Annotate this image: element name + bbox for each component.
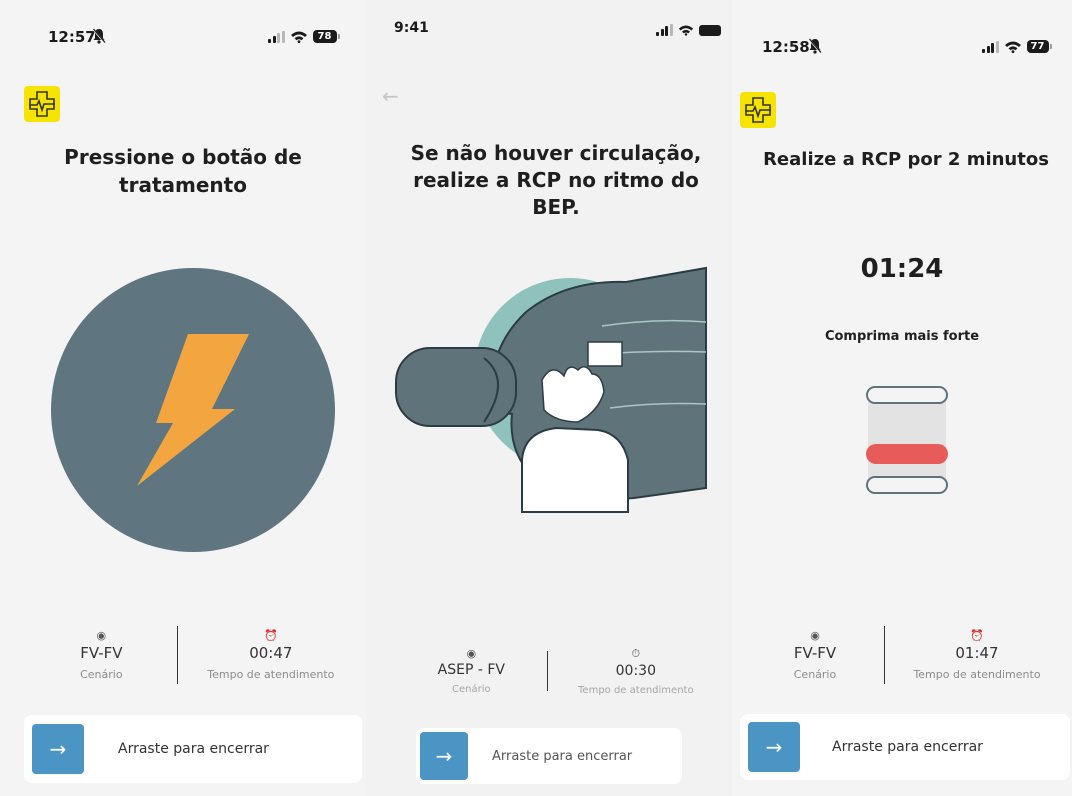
- compression-depth-gauge: [866, 380, 948, 496]
- alarm-clock-icon: ⏰: [970, 629, 984, 642]
- divider: [884, 626, 885, 684]
- arrow-right-icon: →: [435, 744, 453, 768]
- wifi-icon: [290, 31, 307, 43]
- slide-handle[interactable]: →: [748, 722, 800, 772]
- elapsed-time-value: 00:47: [249, 644, 293, 662]
- session-info: ◉ ASEP - FV Cenário ⏱ 00:30 Tempo de ate…: [410, 640, 710, 702]
- location-pin-icon: ◉: [96, 629, 107, 642]
- scenario-value: FV-FV: [80, 644, 123, 662]
- elapsed-time-label: Tempo de atendimento: [578, 684, 694, 696]
- signal-icon: [656, 24, 673, 36]
- logo-icon: [740, 92, 776, 128]
- treatment-button[interactable]: [51, 268, 335, 552]
- location-pin-icon: ◉: [810, 629, 820, 642]
- compression-feedback: Comprima mais forte: [824, 329, 980, 344]
- signal-icon: [982, 40, 999, 53]
- battery-icon: [698, 24, 721, 36]
- cpr-timer: 01:24: [860, 254, 944, 284]
- bell-off-icon: [808, 38, 822, 58]
- slide-handle[interactable]: →: [420, 732, 468, 780]
- elapsed-time-label: Tempo de atendimento: [207, 668, 335, 681]
- arrow-right-icon: →: [49, 737, 67, 761]
- scenario-label: Cenário: [793, 668, 837, 681]
- scenario-info: ◉ FV-FV Cenário: [40, 629, 163, 681]
- slider-label: Arraste para encerrar: [118, 741, 269, 757]
- wifi-icon: [1004, 41, 1021, 53]
- slider-label: Arraste para encerrar: [492, 748, 633, 764]
- gauge-lower-marker: [866, 476, 948, 494]
- elapsed-time-info: ⏱ 00:30 Tempo de atendimento: [562, 647, 710, 696]
- slider-label: Arraste para encerrar: [832, 739, 983, 755]
- slide-handle[interactable]: →: [32, 724, 84, 774]
- end-slider[interactable]: → Arraste para encerrar: [416, 728, 682, 784]
- elapsed-time-label: Tempo de atendimento: [913, 668, 1041, 681]
- stopwatch-icon: ⏱: [631, 646, 641, 660]
- screen-cpr-timer: 12:58 77 Realize a RCP por 2 minutos 01:…: [732, 0, 1072, 796]
- battery-icon: 77: [1026, 40, 1052, 53]
- page-title: Pressione o botão de tratamento: [64, 145, 302, 197]
- alarm-clock-icon: ⏰: [263, 629, 278, 642]
- end-slider[interactable]: → Arraste para encerrar: [740, 714, 1070, 780]
- elapsed-time-info: ⏰ 01:47 Tempo de atendimento: [899, 629, 1055, 681]
- arrow-right-icon: →: [765, 735, 783, 759]
- lightning-icon: [137, 334, 249, 486]
- location-pin-icon: ◉: [466, 647, 477, 660]
- status-bar: 12:57 78: [0, 26, 366, 66]
- page-title: Realize a RCP por 2 minutos: [763, 149, 1049, 170]
- scenario-info: ◉ FV-FV Cenário: [760, 629, 870, 681]
- wifi-icon: [678, 25, 693, 36]
- divider: [176, 626, 178, 684]
- session-info: ◉ FV-FV Cenário ⏰ 00:47 Tempo de atendim…: [40, 624, 350, 686]
- scenario-info: ◉ ASEP - FV Cenário: [410, 647, 533, 695]
- cpr-illustration: [395, 266, 707, 513]
- elapsed-time-value: 00:30: [615, 662, 656, 679]
- page-title: Se não houver circulação, realize a RCP …: [410, 141, 702, 219]
- signal-icon: [268, 30, 285, 43]
- bell-off-icon: [92, 28, 106, 48]
- end-slider[interactable]: → Arraste para encerrar: [24, 715, 362, 783]
- scenario-value: ASEP - FV: [437, 662, 505, 678]
- gauge-upper-marker: [866, 386, 948, 404]
- scenario-label: Cenário: [452, 684, 491, 695]
- status-time: 12:58: [762, 38, 810, 56]
- gauge-depth-indicator: [866, 444, 948, 464]
- divider: [546, 651, 548, 691]
- back-arrow-icon[interactable]: ←: [382, 84, 399, 108]
- logo-icon: [24, 86, 60, 122]
- status-bar: 9:41: [366, 18, 732, 58]
- battery-level: 78: [317, 31, 332, 42]
- status-bar: 12:58 77: [732, 36, 1072, 76]
- screen-cpr-instruction: 9:41 ← Se não houver circulação, realize…: [366, 0, 732, 796]
- battery-icon: 78: [312, 30, 340, 43]
- scenario-value: FV-FV: [793, 644, 837, 662]
- session-info: ◉ FV-FV Cenário ⏰ 01:47 Tempo de atendim…: [760, 624, 1070, 686]
- elapsed-time-info: ⏰ 00:47 Tempo de atendimento: [192, 629, 350, 681]
- battery-level: 77: [1030, 41, 1045, 52]
- status-time: 12:57: [48, 28, 96, 46]
- elapsed-time-value: 01:47: [955, 644, 999, 662]
- scenario-label: Cenário: [80, 668, 123, 681]
- screen-shock: 12:57 78 Pressione o botão de tratamento…: [0, 0, 366, 796]
- gauge-band: [868, 396, 946, 484]
- status-time: 9:41: [394, 20, 429, 36]
